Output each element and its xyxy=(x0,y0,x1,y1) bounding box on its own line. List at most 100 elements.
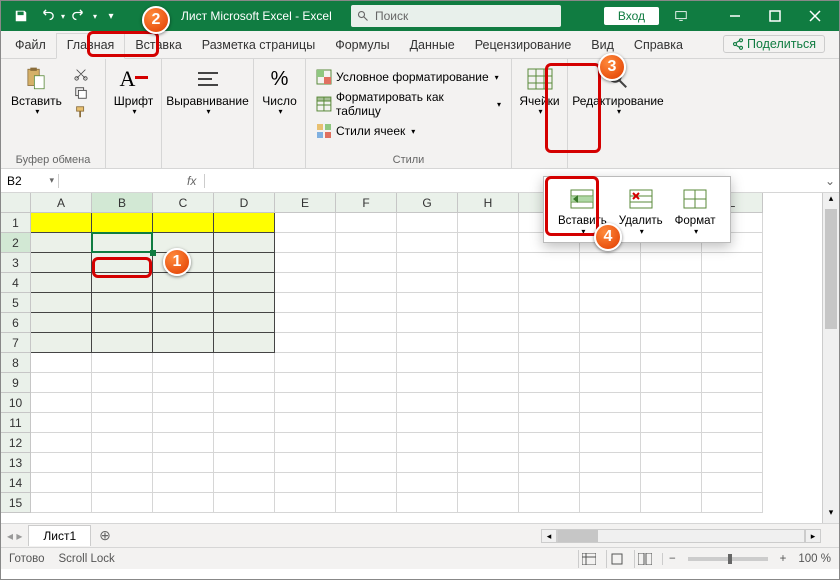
cell[interactable] xyxy=(153,493,214,513)
cell[interactable] xyxy=(214,493,275,513)
cell[interactable] xyxy=(336,233,397,253)
cell[interactable] xyxy=(275,313,336,333)
cell[interactable] xyxy=(397,473,458,493)
cell[interactable] xyxy=(31,273,92,293)
row-header-15[interactable]: 15 xyxy=(1,493,31,513)
cell[interactable] xyxy=(214,253,275,273)
page-layout-view-icon[interactable] xyxy=(606,550,628,568)
fill-handle[interactable] xyxy=(150,250,156,256)
cell[interactable] xyxy=(275,433,336,453)
cell[interactable] xyxy=(397,393,458,413)
cell[interactable] xyxy=(31,373,92,393)
cell[interactable] xyxy=(153,373,214,393)
cell[interactable] xyxy=(92,233,153,253)
cell[interactable] xyxy=(92,393,153,413)
cell[interactable] xyxy=(153,453,214,473)
cell[interactable] xyxy=(275,213,336,233)
tab-help[interactable]: Справка xyxy=(624,34,693,58)
col-header-C[interactable]: C xyxy=(153,193,214,213)
cell[interactable] xyxy=(458,433,519,453)
cell[interactable] xyxy=(92,353,153,373)
cell[interactable] xyxy=(458,253,519,273)
cell[interactable] xyxy=(153,313,214,333)
col-header-A[interactable]: A xyxy=(31,193,92,213)
cell[interactable] xyxy=(702,393,763,413)
cell[interactable] xyxy=(458,413,519,433)
row-header-8[interactable]: 8 xyxy=(1,353,31,373)
cell[interactable] xyxy=(275,353,336,373)
format-as-table-button[interactable]: Форматировать как таблицу▾ xyxy=(312,88,505,120)
undo-icon[interactable] xyxy=(35,4,59,28)
presentation-mode-icon[interactable] xyxy=(669,4,693,28)
popup-format-button[interactable]: Формат ▾ xyxy=(669,183,722,238)
col-header-B[interactable]: B xyxy=(92,193,153,213)
row-header-4[interactable]: 4 xyxy=(1,273,31,293)
col-header-H[interactable]: H xyxy=(458,193,519,213)
cell[interactable] xyxy=(458,473,519,493)
cell[interactable] xyxy=(336,393,397,413)
cell[interactable] xyxy=(397,213,458,233)
cell[interactable] xyxy=(336,253,397,273)
cell[interactable] xyxy=(92,453,153,473)
maximize-icon[interactable] xyxy=(755,4,795,28)
font-button[interactable]: A Шрифт ▾ xyxy=(112,63,155,119)
cell[interactable] xyxy=(31,293,92,313)
cell[interactable] xyxy=(397,333,458,353)
cell[interactable] xyxy=(702,333,763,353)
cell[interactable] xyxy=(702,413,763,433)
cell[interactable] xyxy=(458,393,519,413)
cell[interactable] xyxy=(214,293,275,313)
cell[interactable] xyxy=(519,493,580,513)
cell[interactable] xyxy=(702,353,763,373)
scroll-up-icon[interactable]: ▴ xyxy=(823,193,839,209)
cell[interactable] xyxy=(214,393,275,413)
cell[interactable] xyxy=(214,233,275,253)
select-all-corner[interactable] xyxy=(1,193,31,213)
cell[interactable] xyxy=(519,473,580,493)
cell[interactable] xyxy=(580,373,641,393)
cell[interactable] xyxy=(702,293,763,313)
cell[interactable] xyxy=(336,433,397,453)
cell[interactable] xyxy=(580,473,641,493)
cell[interactable] xyxy=(31,493,92,513)
cell[interactable] xyxy=(580,353,641,373)
cell[interactable] xyxy=(519,453,580,473)
conditional-format-button[interactable]: Условное форматирование▾ xyxy=(312,67,505,87)
cell[interactable] xyxy=(641,393,702,413)
cell[interactable] xyxy=(336,493,397,513)
cell[interactable] xyxy=(31,433,92,453)
cell[interactable] xyxy=(153,433,214,453)
cell[interactable] xyxy=(519,313,580,333)
cell[interactable] xyxy=(275,453,336,473)
scroll-thumb[interactable] xyxy=(825,209,837,329)
col-header-F[interactable]: F xyxy=(336,193,397,213)
cell[interactable] xyxy=(92,473,153,493)
tab-home[interactable]: Главная xyxy=(56,33,126,59)
cell[interactable] xyxy=(702,373,763,393)
row-header-2[interactable]: 2 xyxy=(1,233,31,253)
cell[interactable] xyxy=(275,373,336,393)
cells-area[interactable] xyxy=(31,213,763,513)
cell[interactable] xyxy=(641,333,702,353)
col-header-D[interactable]: D xyxy=(214,193,275,213)
close-icon[interactable] xyxy=(795,4,835,28)
row-header-10[interactable]: 10 xyxy=(1,393,31,413)
cell[interactable] xyxy=(275,333,336,353)
cell[interactable] xyxy=(336,333,397,353)
cell[interactable] xyxy=(31,353,92,373)
cell[interactable] xyxy=(641,453,702,473)
cell[interactable] xyxy=(702,273,763,293)
cell[interactable] xyxy=(336,473,397,493)
col-header-E[interactable]: E xyxy=(275,193,336,213)
cell[interactable] xyxy=(336,373,397,393)
row-header-11[interactable]: 11 xyxy=(1,413,31,433)
cell[interactable] xyxy=(92,253,153,273)
cell[interactable] xyxy=(153,333,214,353)
tab-layout[interactable]: Разметка страницы xyxy=(192,34,325,58)
cell[interactable] xyxy=(641,253,702,273)
cell[interactable] xyxy=(641,293,702,313)
cell[interactable] xyxy=(519,293,580,313)
cell[interactable] xyxy=(519,253,580,273)
cell[interactable] xyxy=(641,273,702,293)
cell[interactable] xyxy=(214,353,275,373)
